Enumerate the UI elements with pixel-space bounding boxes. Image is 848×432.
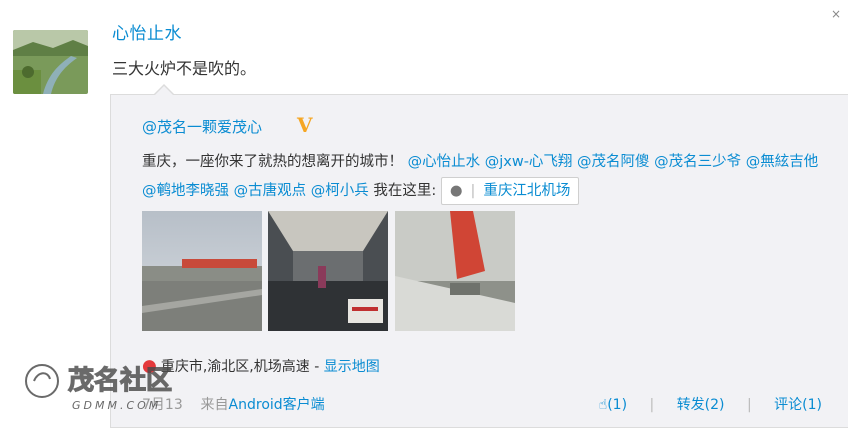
mention-link[interactable]: @茂名阿傻 — [577, 154, 650, 170]
repost-button[interactable]: 转发(2) — [677, 397, 725, 413]
source-client-link[interactable]: Android客户端 — [229, 397, 325, 413]
comment-button[interactable]: 评论(1) — [774, 397, 822, 413]
airplane-cabin-photo — [268, 211, 388, 331]
mention-link[interactable]: @jxw-心飞翔 — [485, 154, 573, 170]
map-pin-icon: ● — [142, 356, 157, 376]
mention-link[interactable]: @心怡止水 — [408, 154, 481, 170]
geo-address: 重庆市,渝北区,机场高速 - — [160, 359, 324, 375]
source-prefix: 来自 — [200, 397, 229, 413]
place-tag-button[interactable]: ● | 重庆江北机场 — [440, 177, 580, 205]
avatar-landscape-image — [13, 30, 88, 94]
mention-link[interactable]: @無絃吉他 — [746, 154, 819, 170]
location-prefix: 我在这里: — [373, 183, 437, 199]
geo-location-line: ● 重庆市,渝北区,机场高速 - 显示地图 — [142, 356, 380, 376]
mention-link[interactable]: @鹌地李晓强 — [142, 183, 229, 199]
post-author-link[interactable]: 心怡止水 — [112, 19, 182, 44]
repost-text-intro: 重庆，一座你来了就热的想离开的城市！ — [142, 154, 403, 170]
post-meta: 7月13 来自Android客户端 — [142, 394, 325, 414]
post-text: 三大火炉不是吹的。 — [112, 59, 257, 78]
photo-thumbnail[interactable] — [142, 211, 262, 331]
close-icon[interactable]: × — [830, 8, 842, 20]
photo-thumbnail[interactable] — [395, 211, 515, 331]
mention-link[interactable]: @茂名三少爷 — [654, 154, 741, 170]
avatar[interactable] — [13, 30, 88, 94]
airport-tarmac-photo — [142, 211, 262, 331]
place-name: 重庆江北机场 — [483, 183, 571, 199]
repost-actions: ☝(1) | 转发(2) | 评论(1) — [598, 397, 822, 413]
mention-link[interactable]: @柯小兵 — [311, 183, 369, 199]
verified-badge-icon: V — [297, 113, 313, 137]
repost-text: 重庆，一座你来了就热的想离开的城市！ @心怡止水 @jxw-心飞翔 @茂名阿傻 … — [142, 148, 832, 206]
repost-author-link[interactable]: @茂名一颗爱茂心 — [142, 116, 262, 137]
like-button[interactable]: ☝(1) — [599, 397, 627, 413]
show-map-link[interactable]: 显示地图 — [324, 359, 380, 375]
photo-thumbnail[interactable] — [268, 211, 388, 331]
airplane-wing-photo — [395, 211, 515, 331]
post-time-link[interactable]: 7月13 — [142, 397, 183, 413]
thumbs-up-icon: ☝ — [598, 397, 608, 413]
mention-link[interactable]: @古唐观点 — [234, 183, 307, 199]
location-pin-icon: ● — [449, 183, 463, 199]
